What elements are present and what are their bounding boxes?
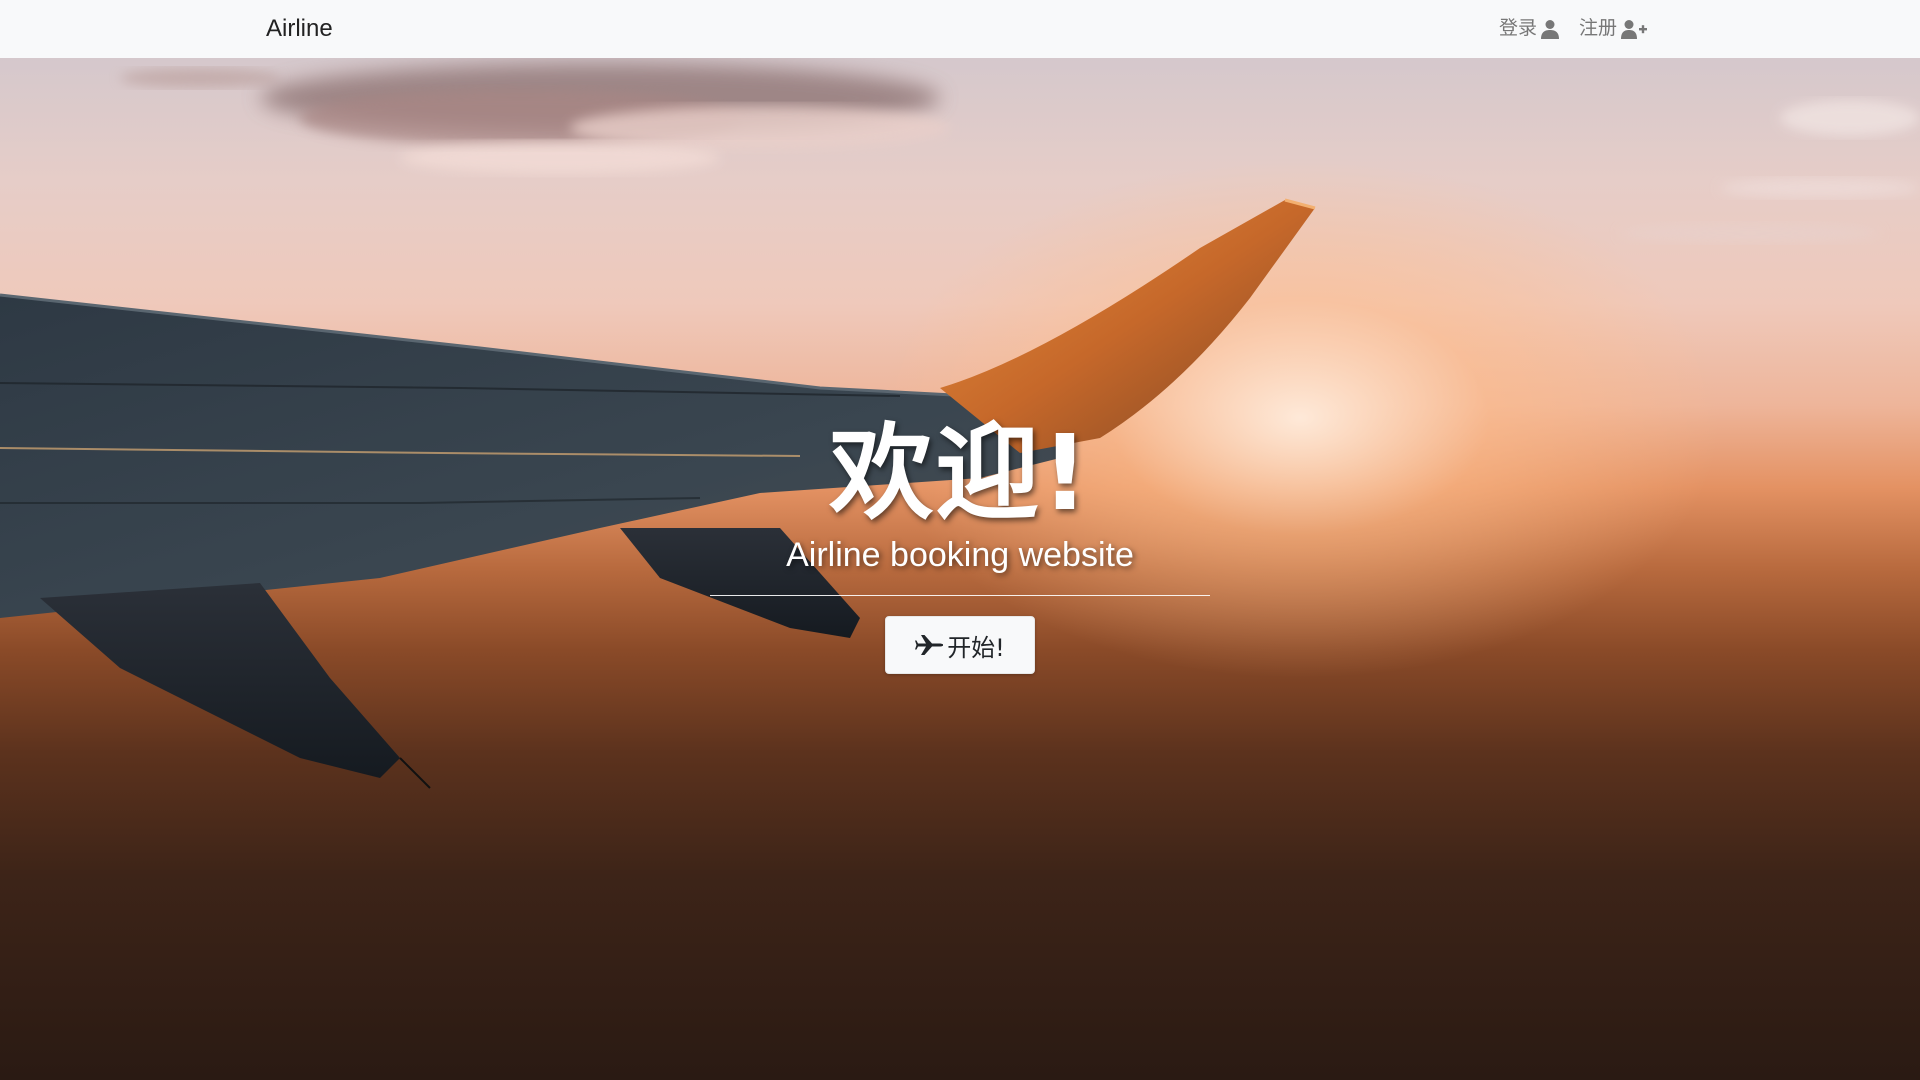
brand-link[interactable]: Airline	[266, 12, 333, 46]
hero-divider	[710, 595, 1210, 596]
user-icon	[1540, 20, 1559, 39]
login-link[interactable]: 登录	[1499, 14, 1559, 44]
register-label: 注册	[1578, 18, 1617, 39]
top-navbar: Airline 登录 注册	[0, 0, 1920, 58]
plane-icon	[915, 635, 944, 655]
login-label: 登录	[1498, 18, 1537, 39]
navbar-right-links: 登录 注册	[1499, 14, 1647, 44]
hero-content: 欢迎! Airline booking website 开始!	[0, 413, 1920, 674]
user-plus-icon	[1621, 20, 1647, 39]
start-button-label: 开始!	[947, 633, 1005, 662]
start-button[interactable]: 开始!	[885, 616, 1035, 674]
hero-title: 欢迎!	[829, 412, 1091, 534]
hero-background-image: 欢迎! Airline booking website 开始!	[0, 58, 1920, 1080]
register-link[interactable]: 注册	[1579, 14, 1647, 44]
hero-subtitle: Airline booking website	[786, 536, 1134, 574]
